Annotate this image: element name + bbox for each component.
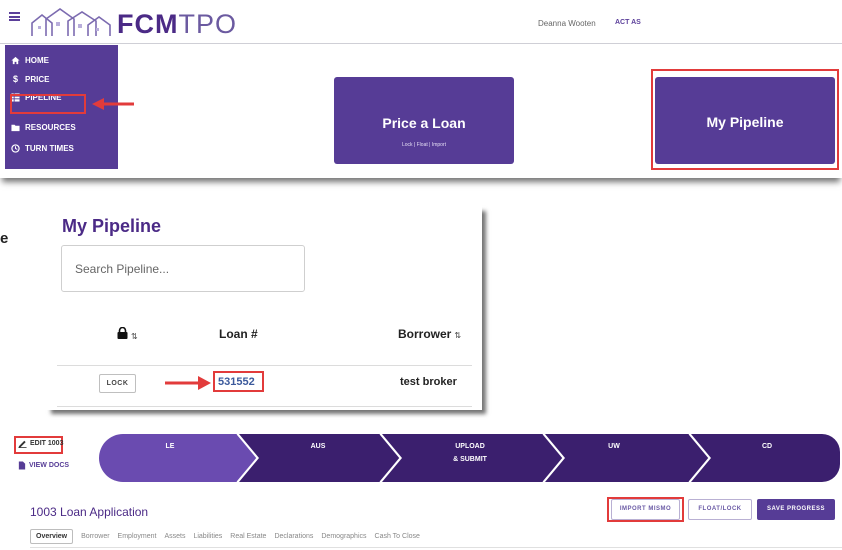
lock-icon [117,326,128,339]
pencil-icon [18,440,27,448]
search-box[interactable] [61,245,305,292]
lock-column-header[interactable]: ⇅ [117,326,138,342]
sidebar-item-price[interactable]: $ PRICE [11,72,49,86]
column-header-loan-number[interactable]: Loan # [219,327,258,341]
step-le[interactable] [99,434,257,482]
step-label-upload: UPLOAD [455,443,485,450]
red-arrow-icon [92,98,134,110]
sidebar-item-label: RESOURCES [25,122,76,132]
act-as-button[interactable]: ACT AS [615,19,641,26]
logo-bold-text: FCM [117,9,179,39]
logo-light-text: TPO [178,9,237,39]
view-docs-label: VIEW DOCS [29,462,70,469]
sort-icon[interactable]: ⇅ [454,331,461,340]
sidebar-item-label: TURN TIMES [25,143,74,153]
logo-houses-icon [31,8,111,36]
top-bar: FCMTPO Deanna Wooten ACT AS [0,0,842,44]
user-name[interactable]: Deanna Wooten [538,19,596,28]
application-tabs: Overview Borrower Employment Assets Liab… [30,528,420,545]
row-divider [57,406,472,407]
my-pipeline-card[interactable]: My Pipeline [655,77,835,164]
edit-1003-button[interactable]: EDIT 1003 [18,439,63,448]
view-docs-button[interactable]: VIEW DOCS [18,461,69,470]
sidebar-item-home[interactable]: HOME [11,53,49,67]
borrower-name: test broker [400,376,457,388]
tab-real-estate[interactable]: Real Estate [230,533,266,540]
red-arrow-icon [165,376,211,390]
tab-liabilities[interactable]: Liabilities [193,533,222,540]
tab-cash-to-close[interactable]: Cash To Close [375,533,420,540]
tab-employment[interactable]: Employment [118,533,157,540]
document-icon [18,461,26,470]
dashboard-panel: FCMTPO Deanna Wooten ACT AS HOME $ PRICE… [0,0,842,178]
step-uw[interactable] [545,434,709,482]
edit-1003-label: EDIT 1003 [30,440,64,447]
tab-declarations[interactable]: Declarations [274,533,313,540]
step-label-submit: & SUBMIT [453,456,487,463]
loan-application-panel: EDIT 1003 VIEW DOCS LE AUS UPLOAD & SUBM… [10,432,842,550]
tab-borrower[interactable]: Borrower [81,533,109,540]
step-label-aus: AUS [310,443,326,450]
home-icon [11,56,20,64]
column-header-borrower-label: Borrower [398,327,452,341]
page-title: My Pipeline [62,216,162,236]
step-cd[interactable] [691,434,840,482]
pipeline-highlight-box [10,94,86,114]
folder-icon [11,124,20,131]
clock-icon [11,143,20,153]
loan-number-link[interactable]: 531552 [218,376,255,388]
import-mismo-button[interactable]: IMPORT MISMO [611,499,680,520]
tab-demographics[interactable]: Demographics [321,533,366,540]
sidebar-item-resources[interactable]: RESOURCES [11,120,76,134]
tab-overview[interactable]: Overview [30,529,74,544]
side-text-fragment: e [0,230,9,247]
lock-button[interactable]: LOCK [99,374,136,393]
hamburger-menu-icon[interactable] [9,12,20,21]
sidebar-item-turn-times[interactable]: TURN TIMES [11,141,74,155]
price-card-title: Price a Loan [382,115,466,131]
loan-application-title: 1003 Loan Application [30,505,149,519]
price-a-loan-card[interactable]: Price a Loan Lock | Float | Import [334,77,514,164]
logo-wordmark: FCMTPO [117,9,237,39]
sidebar-item-label: PRICE [25,74,50,84]
sidebar-item-label: HOME [25,55,49,65]
column-header-borrower[interactable]: Borrower ⇅ [398,327,461,341]
my-pipeline-card-title: My Pipeline [706,114,784,130]
pipeline-panel: My Pipeline ⇅ Loan # Borrower⇅ LOCK 5315… [45,205,482,410]
step-label-cd: CD [761,443,773,450]
step-label-le: LE [165,443,175,450]
tab-assets[interactable]: Assets [164,533,185,540]
screenshot-root: FCMTPO Deanna Wooten ACT AS HOME $ PRICE… [0,0,842,550]
save-progress-button[interactable]: SAVE PROGRESS [757,499,835,520]
tab-divider [30,547,842,548]
row-divider [57,365,472,366]
step-aus[interactable] [239,434,400,482]
step-label-uw: UW [608,443,620,450]
price-card-subtitle: Lock | Float | Import [401,142,446,148]
dollar-icon: $ [12,73,18,84]
search-input[interactable] [75,262,295,276]
float-lock-button[interactable]: FLOAT/LOCK [688,499,752,520]
sort-icon[interactable]: ⇅ [131,332,138,341]
